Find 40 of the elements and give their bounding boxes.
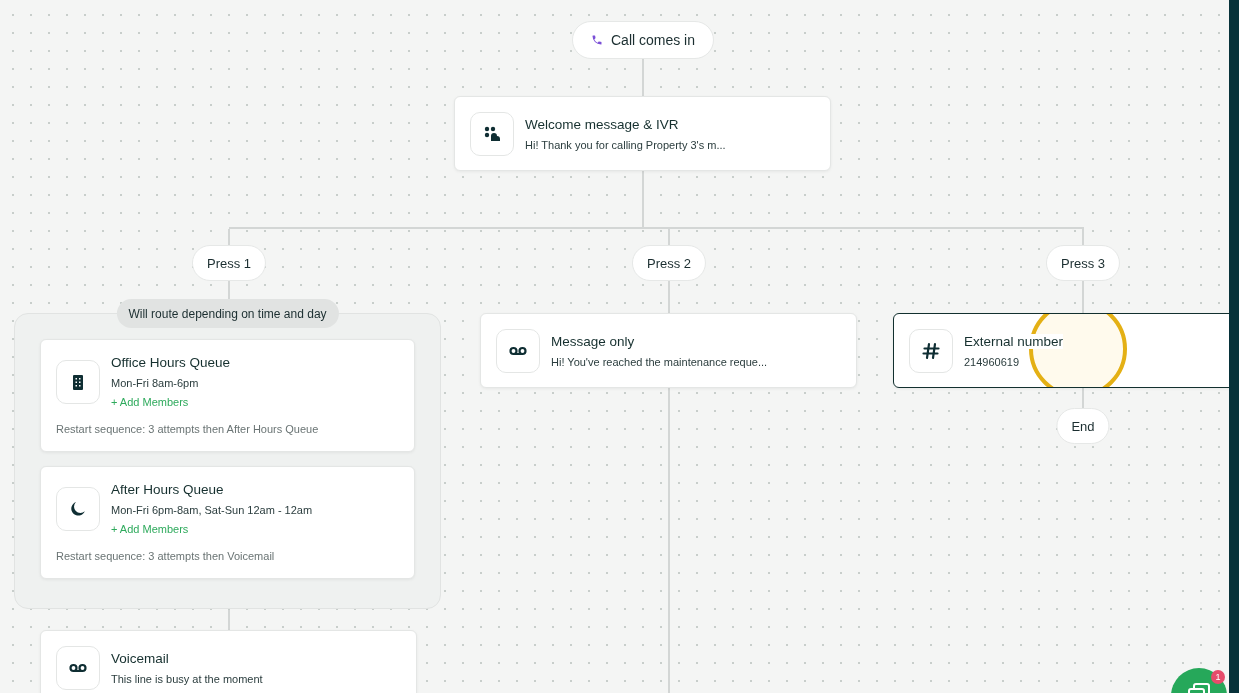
step-description: This line is busy at the moment bbox=[111, 673, 263, 685]
voicemail-icon bbox=[69, 663, 87, 673]
step-title: Welcome message & IVR bbox=[525, 117, 679, 132]
building-icon bbox=[72, 373, 84, 390]
connector-line bbox=[228, 279, 230, 299]
routing-label: Will route depending on time and day bbox=[116, 299, 339, 328]
step-card[interactable]: Voicemail This line is busy at the moment bbox=[40, 630, 417, 693]
connector-line bbox=[668, 279, 670, 313]
step-card[interactable]: Welcome message & IVR Hi! Thank you for calling Property 3's m... bbox=[454, 96, 831, 171]
step-title: Message only bbox=[551, 334, 635, 349]
start-node[interactable]: Call comes in bbox=[572, 21, 714, 59]
moon-icon bbox=[70, 500, 86, 517]
step-card[interactable]: After Hours Queue Mon-Fri 6pm-8am, Sat-Sun 12am - 12am + Add Members Restart sequence: 3 attempts then Voicemail bbox=[40, 466, 415, 579]
key-press-label[interactable]: Press 2 bbox=[631, 245, 707, 281]
hash-icon bbox=[922, 342, 940, 360]
step-description: Hi! You've reached the maintenance reque... bbox=[551, 356, 768, 368]
step-title: Office Hours Queue bbox=[111, 355, 231, 370]
connector-line bbox=[228, 610, 230, 630]
step-card[interactable]: External number 214960619 bbox=[893, 313, 1229, 388]
notification-badge: 1 bbox=[1211, 670, 1225, 684]
key-press-label[interactable]: Press 1 bbox=[191, 245, 267, 281]
key-press-label[interactable]: Press 3 bbox=[1045, 245, 1121, 281]
connector-line bbox=[1082, 388, 1084, 409]
restart-note: Restart sequence: 3 attempts then After Hours Queue bbox=[56, 423, 320, 435]
step-description: 214960619 bbox=[964, 356, 1020, 368]
step-title: Voicemail bbox=[111, 651, 169, 666]
step-card[interactable]: Office Hours Queue Mon-Fri 8am-6pm + Add Members Restart sequence: 3 attempts then After Hours Queue bbox=[40, 339, 415, 452]
restart-note: Restart sequence: 3 attempts then Voicemail bbox=[56, 550, 276, 562]
people-icon bbox=[482, 124, 502, 144]
connector-line bbox=[1082, 279, 1084, 313]
connector-line bbox=[642, 58, 644, 96]
voicemail-icon bbox=[509, 346, 527, 356]
phone-icon bbox=[591, 34, 603, 46]
end-node: End bbox=[1056, 408, 1110, 444]
step-description: Mon-Fri 8am-6pm bbox=[111, 377, 199, 389]
step-description: Hi! Thank you for calling Property 3's m... bbox=[525, 139, 726, 151]
step-title: After Hours Queue bbox=[111, 482, 224, 497]
step-description: Mon-Fri 6pm-8am, Sat-Sun 12am - 12am bbox=[111, 504, 313, 516]
step-card[interactable]: Message only Hi! You've reached the maintenance reque... bbox=[480, 313, 857, 388]
step-title: External number bbox=[964, 334, 1064, 349]
